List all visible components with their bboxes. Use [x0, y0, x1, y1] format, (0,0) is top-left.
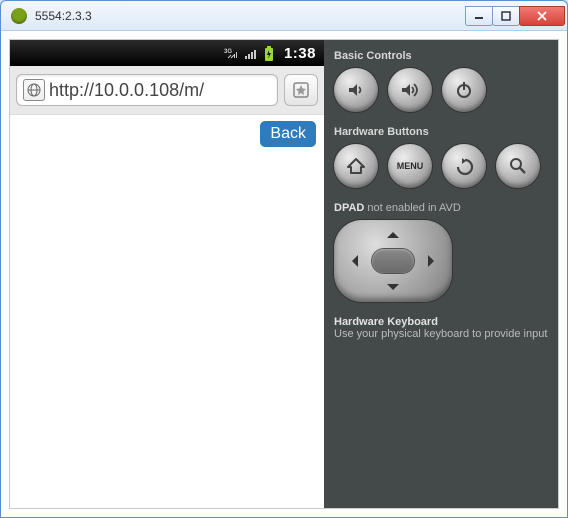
- back-button[interactable]: Back: [260, 121, 316, 147]
- status-bar: 3G 1:38: [10, 40, 324, 66]
- hardware-buttons-row: MENU: [334, 144, 548, 188]
- menu-button[interactable]: MENU: [388, 144, 432, 188]
- dpad-label: DPAD not enabled in AVD: [334, 202, 548, 214]
- dpad-left-icon: [346, 255, 358, 267]
- emulator-window: 5554:2.3.3 3G: [0, 0, 568, 518]
- network-3g-icon: 3G: [224, 46, 238, 60]
- dpad-right-icon: [428, 255, 440, 267]
- volume-down-button[interactable]: [334, 68, 378, 112]
- device-screen: 3G 1:38 http://10.0.0.108/: [10, 40, 324, 508]
- hardware-keyboard-label: Hardware Keyboard: [334, 316, 548, 328]
- dpad-label-suffix: not enabled in AVD: [364, 202, 460, 214]
- search-button[interactable]: [496, 144, 540, 188]
- titlebar[interactable]: 5554:2.3.3: [1, 1, 567, 31]
- bookmark-button[interactable]: [284, 74, 318, 106]
- battery-icon: [264, 46, 278, 60]
- dpad-down-icon: [387, 284, 399, 296]
- home-button[interactable]: [334, 144, 378, 188]
- dpad: [334, 220, 452, 302]
- power-button[interactable]: [442, 68, 486, 112]
- search-icon: [507, 155, 529, 177]
- minimize-icon: [474, 11, 484, 21]
- volume-up-button[interactable]: [388, 68, 432, 112]
- bookmark-icon: [292, 81, 310, 99]
- basic-controls-row: [334, 68, 548, 112]
- dpad-center-button: [372, 249, 414, 273]
- menu-icon: MENU: [397, 161, 424, 171]
- inner-border: 3G 1:38 http://10.0.0.108/: [9, 39, 559, 509]
- android-icon: [11, 8, 27, 24]
- home-icon: [345, 155, 367, 177]
- volume-down-icon: [345, 79, 367, 101]
- basic-controls-label: Basic Controls: [334, 50, 548, 62]
- window-controls: [466, 6, 567, 26]
- close-icon: [536, 11, 548, 21]
- window-title: 5554:2.3.3: [35, 9, 466, 23]
- webview[interactable]: Back: [10, 115, 324, 508]
- client-area: 3G 1:38 http://10.0.0.108/: [1, 31, 567, 517]
- maximize-button[interactable]: [492, 6, 520, 26]
- minimize-button[interactable]: [465, 6, 493, 26]
- globe-icon: [23, 79, 45, 101]
- controls-panel: Basic Controls Hardware Buttons: [324, 40, 558, 508]
- svg-text:3G: 3G: [224, 49, 232, 55]
- dpad-label-prefix: DPAD: [334, 202, 364, 214]
- back-arrow-icon: [453, 155, 475, 177]
- clock: 1:38: [284, 45, 316, 62]
- url-text: http://10.0.0.108/m/: [49, 80, 204, 101]
- url-row: http://10.0.0.108/m/: [10, 66, 324, 115]
- app-icon: [9, 6, 29, 26]
- volume-up-icon: [399, 79, 421, 101]
- hardware-keyboard-sub: Use your physical keyboard to provide in…: [334, 328, 548, 340]
- signal-icon: [244, 46, 258, 60]
- dpad-up-icon: [387, 226, 399, 238]
- power-icon: [453, 79, 475, 101]
- maximize-icon: [501, 11, 511, 21]
- close-button[interactable]: [519, 6, 565, 26]
- hardware-buttons-label: Hardware Buttons: [334, 126, 548, 138]
- url-input[interactable]: http://10.0.0.108/m/: [16, 74, 278, 106]
- back-hw-button[interactable]: [442, 144, 486, 188]
